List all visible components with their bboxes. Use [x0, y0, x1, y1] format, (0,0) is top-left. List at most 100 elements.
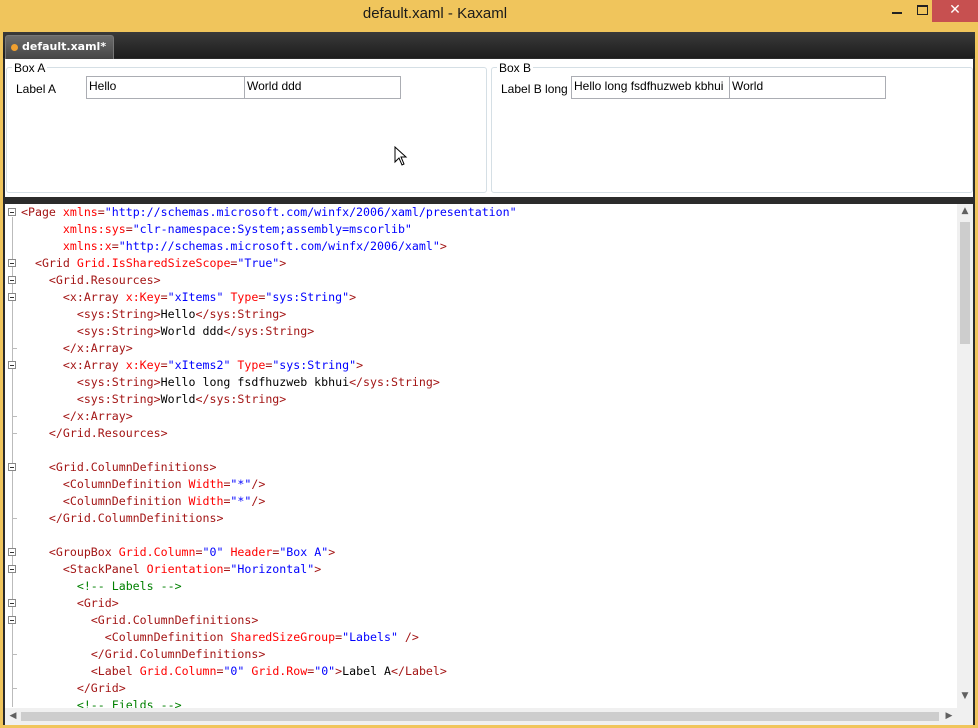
fold-toggle-icon[interactable] [8, 463, 16, 471]
code-token: "Labels" [342, 630, 398, 644]
tab-default-xaml[interactable]: default.xaml* [5, 35, 115, 59]
code-token: <GroupBox [48, 545, 119, 559]
groupbox-header: Box B [497, 61, 534, 75]
code-line: </Grid.ColumnDefinitions> [21, 646, 951, 663]
splitter[interactable] [3, 197, 975, 203]
code-token: </x:Array> [62, 409, 133, 423]
code-token: > [314, 562, 322, 576]
horizontal-scroll-thumb[interactable] [21, 712, 939, 721]
code-token: <Label [90, 664, 140, 678]
code-token: "0" [223, 664, 245, 678]
code-line: </Grid.Resources> [21, 425, 951, 442]
fold-end-marker [12, 416, 17, 417]
scroll-right-icon[interactable]: ▶ [941, 711, 957, 721]
code-line: <GroupBox Grid.Column="0" Header="Box A"… [21, 544, 951, 561]
label-a: Label A [16, 82, 57, 96]
code-token: <ColumnDefinition [62, 477, 189, 491]
code-line: <Grid.ColumnDefinitions> [21, 612, 951, 629]
code-token: <Grid.ColumnDefinitions> [48, 460, 217, 474]
code-token: <x:Array [62, 290, 126, 304]
code-token: "sys:String" [272, 358, 357, 372]
vertical-scrollbar[interactable]: ▲ ▼ [957, 204, 973, 708]
code-token: <!-- Labels --> [76, 579, 182, 593]
fold-toggle-icon[interactable] [8, 616, 16, 624]
code-token: "*" [230, 477, 252, 491]
horizontal-scrollbar[interactable]: ◀ ▶ [5, 708, 957, 725]
scroll-left-icon[interactable]: ◀ [5, 711, 21, 721]
field-box-a-1[interactable]: Hello [86, 76, 245, 99]
code-line: </Grid.ColumnDefinitions> [21, 510, 951, 527]
code-token: Type [237, 358, 266, 372]
code-token: World [160, 392, 196, 406]
code-line: <Label Grid.Column="0" Grid.Row="0">Labe… [21, 663, 951, 680]
code-token: Header [230, 545, 273, 559]
code-line: <Grid.ColumnDefinitions> [21, 459, 951, 476]
close-button[interactable]: ✕ [932, 0, 978, 22]
code-line: <ColumnDefinition Width="*"/> [21, 493, 951, 510]
unsaved-dot-icon [11, 44, 18, 51]
code-token: <sys:String> [76, 375, 161, 389]
fold-toggle-icon[interactable] [8, 293, 16, 301]
code-line: <Page xmlns="http://schemas.microsoft.co… [21, 204, 951, 221]
code-token: = [160, 290, 168, 304]
code-token: > [279, 256, 287, 270]
code-token: <ColumnDefinition [104, 630, 231, 644]
main-frame: default.xaml* Box A Label A Hello World … [3, 32, 975, 725]
code-token: "sys:String" [265, 290, 350, 304]
code-token: </Grid.ColumnDefinitions> [48, 511, 224, 525]
field-box-a-2[interactable]: World ddd [244, 76, 401, 99]
code-token: xmlns:x [62, 239, 112, 253]
fold-toggle-icon[interactable] [8, 361, 16, 369]
field-box-b-2[interactable]: World [729, 76, 886, 99]
groupbox-box-a: Box A Label A Hello World ddd [6, 61, 487, 193]
code-token: "True" [237, 256, 280, 270]
fold-end-marker [12, 654, 17, 655]
label-b: Label B long [501, 82, 568, 96]
code-token: SharedSizeGroup [230, 630, 336, 644]
code-token: "0" [202, 545, 224, 559]
fold-end-marker [12, 433, 17, 434]
code-line: </x:Array> [21, 408, 951, 425]
code-token: > [439, 239, 447, 253]
code-token: </x:Array> [62, 341, 133, 355]
fold-toggle-icon[interactable] [8, 548, 16, 556]
code-token: Grid.Column [139, 664, 217, 678]
mouse-pointer-icon [394, 146, 408, 166]
fold-toggle-icon[interactable] [8, 208, 16, 216]
code-token: </sys:String> [195, 307, 287, 321]
fold-toggle-icon[interactable] [8, 565, 16, 573]
scroll-down-icon[interactable]: ▼ [957, 691, 973, 701]
code-token: <sys:String> [76, 324, 161, 338]
fold-toggle-icon[interactable] [8, 259, 16, 267]
vertical-scroll-thumb[interactable] [960, 222, 970, 344]
code-line: <sys:String>World ddd</sys:String> [21, 323, 951, 340]
code-token: </sys:String> [195, 392, 287, 406]
field-box-b-1[interactable]: Hello long fsdfhuzweb kbhui [571, 76, 730, 99]
code-line: <Grid Grid.IsSharedSizeScope="True"> [21, 255, 951, 272]
code-token: <sys:String> [76, 392, 161, 406]
close-icon: ✕ [949, 2, 961, 18]
minimize-icon [892, 12, 902, 14]
fold-toggle-icon[interactable] [8, 276, 16, 284]
code-token: /> [404, 630, 419, 644]
code-token: </Label> [391, 664, 447, 678]
fold-toggle-icon[interactable] [8, 599, 16, 607]
code-editor[interactable]: <Page xmlns="http://schemas.microsoft.co… [5, 204, 973, 725]
tab-strip: default.xaml* [3, 32, 975, 59]
scroll-up-icon[interactable]: ▲ [957, 206, 973, 216]
title-bar[interactable]: default.xaml - Kaxaml ✕ [0, 0, 978, 30]
code-token: World ddd [160, 324, 224, 338]
minimize-button[interactable] [883, 0, 911, 22]
